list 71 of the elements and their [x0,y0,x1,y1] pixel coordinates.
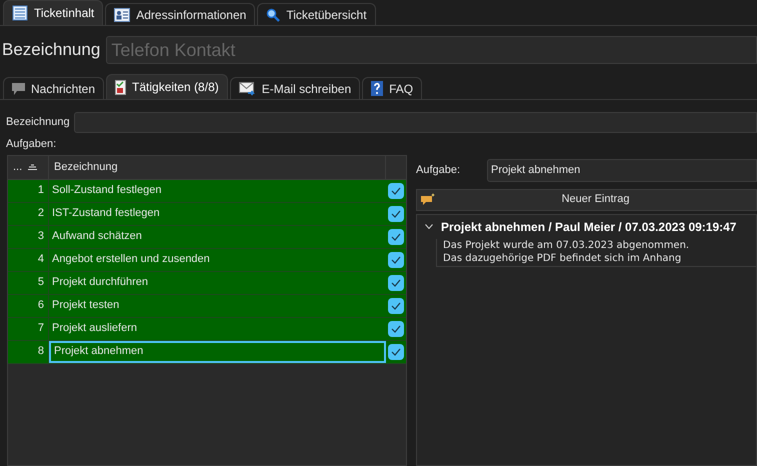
tab[interactable]: Tätigkeiten (8/8) [106,74,228,99]
tab[interactable]: Ticketübersicht [257,3,376,25]
checkbox[interactable] [388,274,404,290]
row-number: 6 [8,294,49,316]
new-entry-button[interactable]: Neuer Eintrag [416,188,757,210]
task-row[interactable]: 7 Projekt ausliefern [8,318,406,340]
table-cell-text: IST-Zustand festlegen [51,206,161,222]
task-row[interactable]: 6 Projekt testen [8,294,406,318]
entry-text: Das Projekt wurde am 07.03.2023 abgenommen. [443,238,690,252]
checkmark-icon [391,186,401,194]
task-row[interactable]: 2 IST-Zustand festlegen [8,202,406,226]
checklist-icon [115,80,126,94]
task-row[interactable]: 1 Soll-Zustand festlegen [8,180,406,202]
checkmark-icon [391,278,401,286]
document-icon [12,5,28,21]
task-row[interactable]: 3 Aufwand schätzen [8,226,406,248]
row-number: 4 [8,248,49,270]
table-cell-text: Soll-Zustand festlegen [51,183,162,198]
tab[interactable]: Ticketinhalt [3,0,104,25]
checkbox[interactable] [388,344,404,360]
search-icon [266,8,280,22]
note-star-icon [421,193,435,206]
help-book-icon [371,81,384,96]
checkmark-icon [391,210,401,218]
table-cell-text: Aufwand schätzen [51,229,143,244]
column-header[interactable]: ... [8,156,49,178]
tab[interactable]: E-Mail schreiben [230,77,360,99]
title-field[interactable]: Telefon Kontakt [106,36,757,64]
task-label: Aufgabe: [416,162,462,178]
checkbox[interactable] [388,206,404,222]
tasks-label: Aufgaben: [5,137,58,152]
table-cell-text: Projekt ausliefern [51,321,138,336]
sort-icon [28,164,38,170]
table-cell: Projekt abnehmen [49,340,386,362]
checkmark-icon [391,302,401,310]
row-number: 1 [8,180,49,202]
table-cell-text: Projekt durchführen [51,275,149,290]
column-header-text: ... [13,160,22,175]
entry-text: Das dazugehörige PDF befindet sich im Anhang [443,252,682,264]
task-field[interactable]: Projekt abnehmen [487,158,757,182]
row-number: 2 [8,202,49,224]
column-header[interactable]: Bezeichnung [49,156,386,178]
tab[interactable]: Nachrichten [3,77,104,99]
task-row[interactable]: 4 Angebot erstellen und zusenden [8,248,406,272]
checkmark-icon [391,348,401,356]
checkbox[interactable] [388,252,404,268]
row-number: 8 [8,340,49,362]
speech-bubble-icon [12,82,25,94]
title-label: Bezeichnung [1,39,100,62]
tab[interactable]: Adressinformationen [105,3,256,25]
filter-label: Bezeichnung [6,115,70,130]
table-cell-text: Angebot erstellen und zusenden [51,252,211,268]
chevron-icon[interactable] [425,224,433,229]
envelope-icon [238,82,256,96]
row-number: 7 [8,318,49,340]
checkbox[interactable] [388,298,404,314]
task-row[interactable]: 5 Projekt durchführen [8,272,406,294]
checkbox[interactable] [388,182,404,198]
task-row[interactable]: 8 Projekt abnehmen [8,340,406,364]
checkbox[interactable] [388,228,404,244]
filter-field[interactable] [74,112,757,133]
entry-header: Projekt abnehmen / Paul Meier / 07.03.2023 09:19:47 [441,218,736,236]
contact-card-icon [114,8,130,22]
row-number: 3 [8,226,49,248]
table-cell-text: Projekt testen [51,298,120,314]
checkmark-icon [391,324,401,332]
row-number: 5 [8,272,49,294]
checkmark-icon [391,256,401,264]
tab[interactable]: FAQ [362,77,422,99]
checkmark-icon [391,232,401,240]
checkbox[interactable] [388,320,404,336]
